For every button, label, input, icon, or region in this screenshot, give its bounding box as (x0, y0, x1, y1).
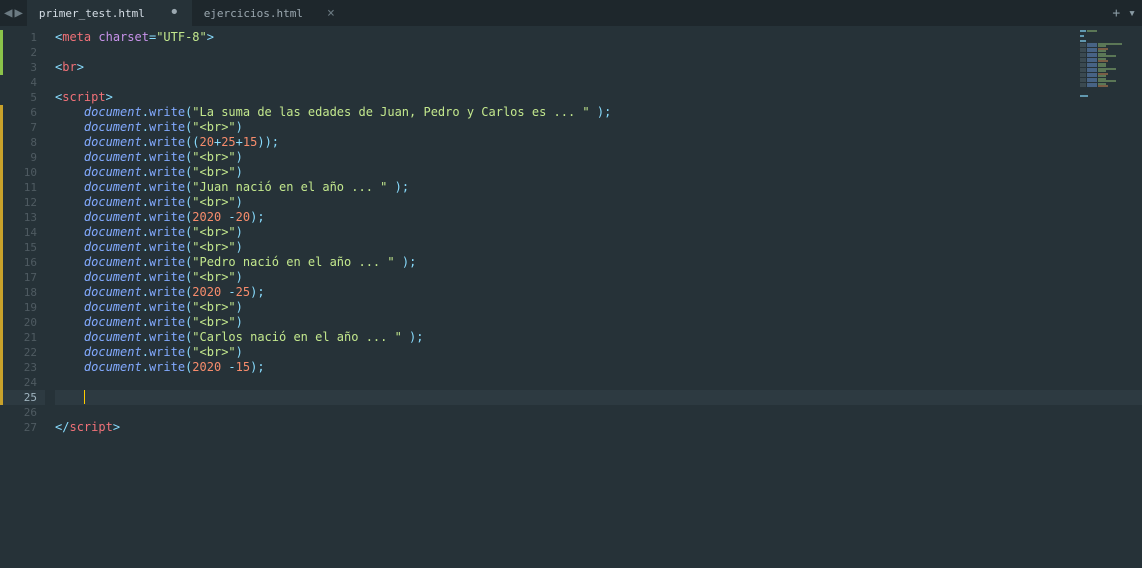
line-gutter: 1234567891011121314151617181920212223242… (3, 26, 45, 568)
tab-menu-icon[interactable]: ▾ (1128, 6, 1136, 21)
tab-bar-actions: + ▾ (1112, 0, 1136, 26)
tab-label: ejercicios.html (204, 7, 303, 20)
tab-label: primer_test.html (39, 7, 145, 20)
tab-nav: ◀ ▶ (0, 0, 27, 26)
tab-bar: ◀ ▶ primer_test.html • ejercicios.html ×… (0, 0, 1142, 26)
nav-back-icon[interactable]: ◀ (4, 5, 12, 21)
editor-area: 1234567891011121314151617181920212223242… (0, 26, 1142, 568)
close-icon[interactable]: × (327, 6, 335, 21)
tab-primer-test[interactable]: primer_test.html • (27, 0, 192, 26)
code-content[interactable]: <meta charset="UTF-8"><br><script> docum… (45, 26, 1142, 568)
tab-ejercicios[interactable]: ejercicios.html × (192, 0, 347, 26)
nav-forward-icon[interactable]: ▶ (14, 5, 22, 21)
new-tab-icon[interactable]: + (1112, 6, 1120, 21)
